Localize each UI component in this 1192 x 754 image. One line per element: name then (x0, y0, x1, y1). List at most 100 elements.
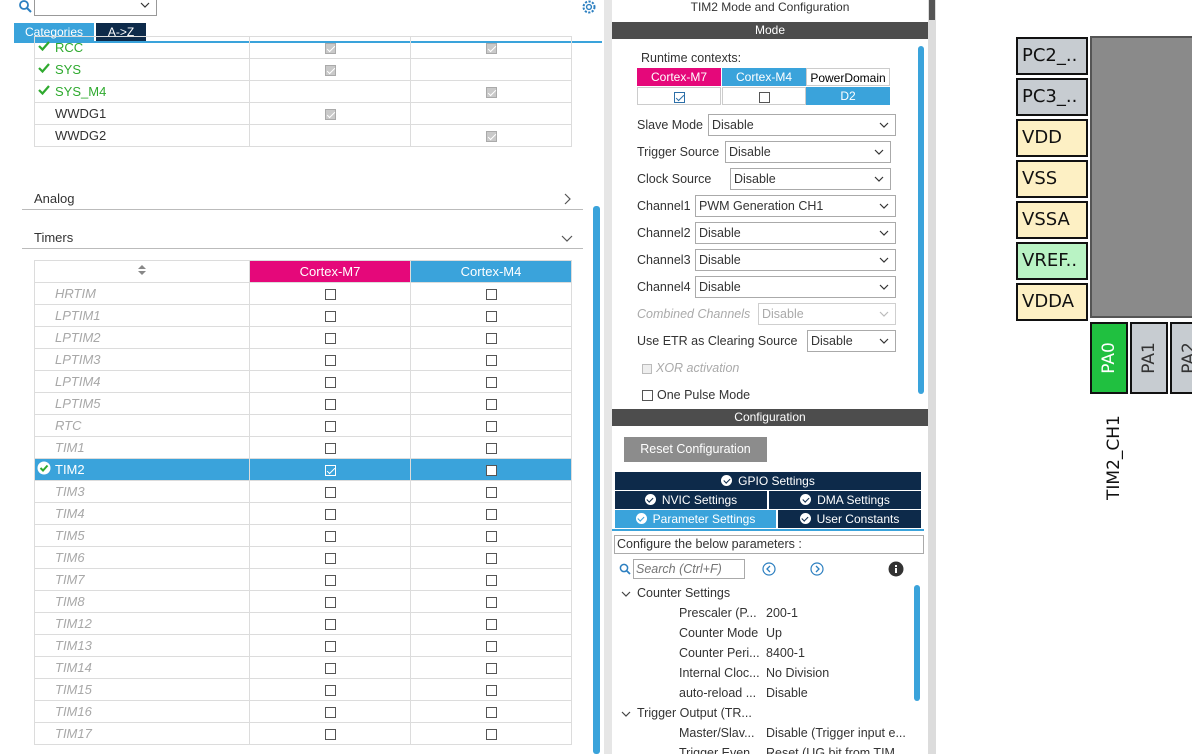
system-row[interactable]: RCC (34, 36, 572, 59)
m4-checkbox[interactable] (485, 443, 497, 455)
category-search-combo[interactable] (34, 0, 157, 16)
param-value[interactable]: No Division (766, 663, 829, 683)
param-value[interactable]: 8400-1 (766, 643, 805, 663)
m7-checkbox[interactable] (324, 377, 336, 389)
chevron-down-icon[interactable] (621, 709, 631, 719)
m7-checkbox[interactable] (324, 355, 336, 367)
m4-checkbox[interactable] (485, 399, 497, 411)
system-row[interactable]: SYS_M4 (34, 80, 572, 103)
search-icon[interactable] (18, 0, 34, 14)
timer-row[interactable]: TIM5 (34, 524, 572, 547)
chip-pin[interactable]: PC2_.. (1016, 37, 1088, 75)
info-icon[interactable] (888, 561, 904, 577)
timer-row[interactable]: TIM2 (34, 458, 572, 481)
m4-checkbox[interactable] (485, 531, 497, 543)
setting-dropdown[interactable]: Disable (695, 249, 896, 271)
m7-checkbox[interactable] (324, 641, 336, 653)
sort-header[interactable] (34, 260, 250, 283)
timer-row[interactable]: TIM17 (34, 722, 572, 745)
setting-dropdown[interactable]: PWM Generation CH1 (695, 195, 896, 217)
ctx-m7-checkbox[interactable] (673, 92, 685, 104)
next-arrow-icon[interactable] (810, 562, 824, 576)
m7-checkbox[interactable] (324, 729, 336, 741)
panel-splitter[interactable] (928, 0, 936, 754)
m4-checkbox[interactable] (485, 465, 497, 477)
tab-gpio-settings[interactable]: GPIO Settings (615, 472, 921, 490)
chip-pin[interactable]: PA1 (1130, 322, 1168, 394)
m4-checkbox[interactable] (485, 685, 497, 697)
m4-checkbox[interactable] (485, 421, 497, 433)
panel-divider[interactable] (604, 0, 612, 754)
chip-pin[interactable]: PA2 (1170, 322, 1192, 394)
m4-checkbox[interactable] (485, 641, 497, 653)
setting-dropdown[interactable]: Disable (807, 330, 896, 352)
timer-row[interactable]: TIM1 (34, 436, 572, 459)
timer-row[interactable]: TIM6 (34, 546, 572, 569)
m4-checkbox[interactable] (485, 729, 497, 741)
gear-icon[interactable] (580, 0, 598, 16)
timer-row[interactable]: LPTIM1 (34, 304, 572, 327)
tab-dma-settings[interactable]: DMA Settings (769, 491, 921, 509)
m7-checkbox[interactable] (324, 465, 336, 477)
chip-pin[interactable]: VSS (1016, 160, 1088, 198)
one-pulse-checkbox[interactable] (642, 390, 653, 402)
chip-pin[interactable]: VSSA (1016, 201, 1088, 239)
m7-checkbox[interactable] (324, 509, 336, 521)
mode-scrollbar[interactable] (918, 46, 924, 394)
m7-checkbox[interactable] (324, 553, 336, 565)
m7-checkbox[interactable] (324, 333, 336, 345)
timer-row[interactable]: TIM4 (34, 502, 572, 525)
m7-checkbox[interactable] (324, 311, 336, 323)
m4-checkbox[interactable] (485, 619, 497, 631)
timer-row[interactable]: TIM12 (34, 612, 572, 635)
chip-pin[interactable]: PA0 (1090, 322, 1128, 394)
m4-checkbox[interactable] (485, 553, 497, 565)
param-value[interactable]: Disable (Trigger input e... (766, 723, 906, 743)
timer-row[interactable]: TIM15 (34, 678, 572, 701)
chip-pin[interactable]: VDD (1016, 119, 1088, 157)
m4-checkbox[interactable] (485, 333, 497, 345)
timer-row[interactable]: TIM16 (34, 700, 572, 723)
m4-checkbox[interactable] (485, 355, 497, 367)
reset-configuration-button[interactable]: Reset Configuration (624, 437, 767, 462)
m4-checkbox[interactable] (485, 663, 497, 675)
chip-pin[interactable]: PC3_.. (1016, 78, 1088, 116)
param-value[interactable]: Up (766, 623, 782, 643)
system-row[interactable]: WWDG2 (34, 124, 572, 147)
timer-row[interactable]: LPTIM3 (34, 348, 572, 371)
m7-checkbox[interactable] (324, 399, 336, 411)
timer-row[interactable]: TIM14 (34, 656, 572, 679)
chip-pin[interactable]: VREF.. (1016, 242, 1088, 280)
tab-parameter-settings[interactable]: Parameter Settings (615, 510, 776, 528)
timer-row[interactable]: TIM3 (34, 480, 572, 503)
section-timers[interactable]: Timers (22, 227, 583, 249)
m7-checkbox[interactable] (324, 685, 336, 697)
timer-row[interactable]: TIM13 (34, 634, 572, 657)
m7-checkbox[interactable] (324, 487, 336, 499)
chevron-down-icon[interactable] (621, 589, 631, 599)
timer-row[interactable]: TIM8 (34, 590, 572, 613)
counter-settings-group[interactable]: Counter Settings (637, 583, 730, 603)
m7-checkbox[interactable] (324, 443, 336, 455)
param-value[interactable]: Reset (UG bit from TIM... (766, 743, 905, 754)
chip-pin[interactable]: VDDA (1016, 283, 1088, 321)
tab-user-constants[interactable]: User Constants (778, 510, 921, 528)
system-row[interactable]: WWDG1 (34, 102, 572, 125)
previous-arrow-icon[interactable] (762, 562, 776, 576)
m7-checkbox[interactable] (324, 289, 336, 301)
setting-dropdown[interactable]: Disable (695, 222, 896, 244)
timer-row[interactable]: LPTIM5 (34, 392, 572, 415)
m7-checkbox[interactable] (324, 663, 336, 675)
m4-checkbox[interactable] (485, 487, 497, 499)
m4-checkbox[interactable] (485, 377, 497, 389)
m4-checkbox[interactable] (485, 509, 497, 521)
m4-checkbox[interactable] (485, 289, 497, 301)
system-row[interactable]: SYS (34, 58, 572, 81)
left-scrollbar[interactable] (593, 206, 600, 754)
m7-checkbox[interactable] (324, 707, 336, 719)
one-pulse-mode[interactable]: One Pulse Mode (642, 388, 750, 402)
setting-dropdown[interactable]: Disable (725, 141, 891, 163)
m4-checkbox[interactable] (485, 707, 497, 719)
m7-checkbox[interactable] (324, 531, 336, 543)
m7-checkbox[interactable] (324, 619, 336, 631)
